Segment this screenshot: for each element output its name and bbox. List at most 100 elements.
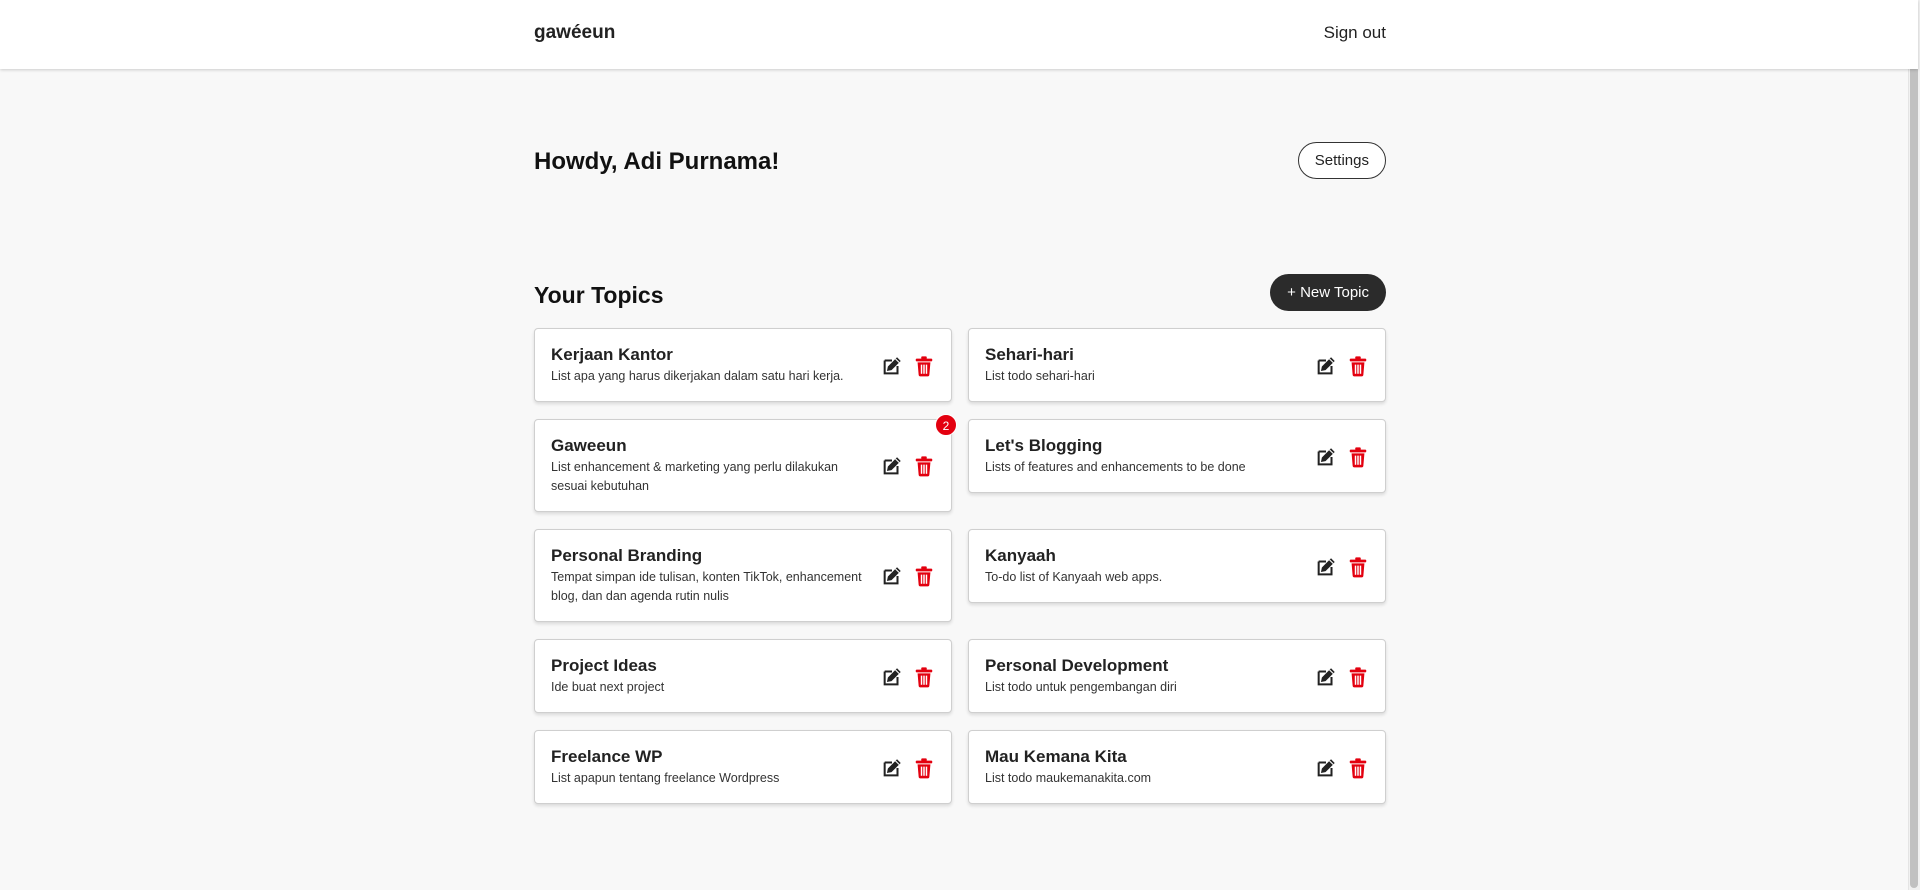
topic-title: Personal Development [985, 656, 1169, 675]
edit-icon [883, 668, 901, 686]
topic-actions [1315, 445, 1369, 469]
delete-topic-button[interactable] [913, 756, 935, 780]
topic-title: Gaweeun [551, 436, 627, 455]
greeting-row: Howdy, Adi Purnama! Settings [534, 142, 1386, 180]
edit-topic-button[interactable] [1315, 354, 1337, 378]
topic-title: Kerjaan Kantor [551, 345, 673, 364]
topic-card-body: Personal Branding Tempat simpan ide tuli… [551, 546, 873, 606]
topic-title: Mau Kemana Kita [985, 747, 1127, 766]
trash-icon [1349, 447, 1367, 468]
edit-topic-button[interactable] [1315, 555, 1337, 579]
topic-actions [881, 354, 935, 378]
topics-title: Your Topics [534, 282, 664, 308]
edit-icon [1317, 558, 1335, 576]
notification-badge: 2 [935, 414, 957, 436]
greeting-heading: Howdy, Adi Purnama! [534, 148, 780, 175]
topic-card-body: Kanyaah To-do list of Kanyaah web apps. [985, 546, 1307, 587]
delete-topic-button[interactable] [1347, 555, 1369, 579]
edit-topic-button[interactable] [1315, 756, 1337, 780]
edit-icon [883, 567, 901, 585]
trash-icon [915, 758, 933, 779]
topic-description: Lists of features and enhancements to be… [985, 460, 1246, 474]
topic-title: Let's Blogging [985, 436, 1103, 455]
topic-description: List todo maukemanakita.com [985, 771, 1152, 785]
edit-icon [883, 457, 901, 475]
trash-icon [1349, 356, 1367, 377]
topic-card-body: Let's Blogging Lists of features and enh… [985, 436, 1307, 477]
scrollbar-thumb[interactable] [1910, 2, 1918, 888]
new-topic-button[interactable]: + New Topic [1270, 274, 1386, 311]
topic-card-body: Project Ideas Ide buat next project [551, 656, 873, 697]
trash-icon [915, 456, 933, 477]
sign-out-link[interactable]: Sign out [1324, 23, 1386, 43]
top-navbar: gawéeun Sign out [0, 0, 1918, 69]
topic-description: List todo sehari-hari [985, 369, 1095, 383]
topic-actions [1315, 555, 1369, 579]
trash-icon [1349, 667, 1367, 688]
topic-title: Project Ideas [551, 656, 657, 675]
delete-topic-button[interactable] [1347, 354, 1369, 378]
trash-icon [1349, 758, 1367, 779]
topic-card-body: Personal Development List todo untuk pen… [985, 656, 1307, 697]
topic-card-body: Freelance WP List apapun tentang freelan… [551, 747, 873, 788]
topic-title: Sehari-hari [985, 345, 1074, 364]
topic-actions [881, 665, 935, 689]
topic-actions [1315, 354, 1369, 378]
delete-topic-button[interactable] [1347, 756, 1369, 780]
edit-topic-button[interactable] [881, 665, 903, 689]
brand-logo[interactable]: gawéeun [534, 22, 615, 44]
topic-description: To-do list of Kanyaah web apps. [985, 570, 1163, 584]
topics-header: Your Topics + New Topic [534, 274, 1386, 312]
topic-actions [881, 756, 935, 780]
topic-description: Ide buat next project [551, 680, 665, 694]
delete-topic-button[interactable] [913, 354, 935, 378]
topic-card-10[interactable]: Mau Kemana Kita List todo maukemanakita.… [968, 730, 1386, 804]
topic-description: List todo untuk pengembangan diri [985, 680, 1177, 694]
topic-card-8[interactable]: Personal Development List todo untuk pen… [968, 639, 1386, 713]
topic-card-3[interactable]: Gaweeun List enhancement & marketing yan… [534, 414, 957, 512]
topic-description: Tempat simpan ide tulisan, konten TikTok… [551, 570, 862, 603]
delete-topic-button[interactable] [913, 454, 935, 478]
edit-topic-button[interactable] [1315, 445, 1337, 469]
topic-card-2[interactable]: Sehari-hari List todo sehari-hari [968, 328, 1386, 402]
topic-actions [881, 564, 935, 588]
trash-icon [915, 667, 933, 688]
edit-icon [883, 357, 901, 375]
trash-icon [1349, 557, 1367, 578]
topic-card-6[interactable]: Kanyaah To-do list of Kanyaah web apps. [968, 529, 1386, 603]
page-scrollbar[interactable] [1908, 0, 1920, 890]
topic-card-5[interactable]: Personal Branding Tempat simpan ide tuli… [534, 529, 952, 622]
trash-icon [915, 356, 933, 377]
edit-icon [1317, 357, 1335, 375]
topic-card-body: Gaweeun List enhancement & marketing yan… [551, 436, 873, 496]
edit-icon [1317, 759, 1335, 777]
topic-description: List apapun tentang freelance Wordpress [551, 771, 780, 785]
delete-topic-button[interactable] [1347, 445, 1369, 469]
topic-actions [1315, 665, 1369, 689]
edit-icon [1317, 448, 1335, 466]
topic-card-body: Kerjaan Kantor List apa yang harus diker… [551, 345, 873, 386]
edit-icon [1317, 668, 1335, 686]
settings-button[interactable]: Settings [1297, 142, 1386, 179]
delete-topic-button[interactable] [913, 564, 935, 588]
topic-title: Kanyaah [985, 546, 1056, 565]
topic-card-body: Mau Kemana Kita List todo maukemanakita.… [985, 747, 1307, 788]
topic-actions [1315, 756, 1369, 780]
topic-card-4[interactable]: Let's Blogging Lists of features and enh… [968, 419, 1386, 493]
edit-topic-button[interactable] [881, 454, 903, 478]
topic-title: Personal Branding [551, 546, 703, 565]
trash-icon [915, 566, 933, 587]
delete-topic-button[interactable] [913, 665, 935, 689]
topic-card-1[interactable]: Kerjaan Kantor List apa yang harus diker… [534, 328, 952, 402]
edit-topic-button[interactable] [881, 756, 903, 780]
topic-actions [881, 454, 935, 478]
topic-description: List enhancement & marketing yang perlu … [551, 460, 838, 493]
topic-card-7[interactable]: Project Ideas Ide buat next project [534, 639, 952, 713]
topic-title: Freelance WP [551, 747, 663, 766]
edit-topic-button[interactable] [881, 564, 903, 588]
edit-topic-button[interactable] [881, 354, 903, 378]
delete-topic-button[interactable] [1347, 665, 1369, 689]
edit-topic-button[interactable] [1315, 665, 1337, 689]
topic-card-9[interactable]: Freelance WP List apapun tentang freelan… [534, 730, 952, 804]
topic-description: List apa yang harus dikerjakan dalam sat… [551, 369, 844, 383]
